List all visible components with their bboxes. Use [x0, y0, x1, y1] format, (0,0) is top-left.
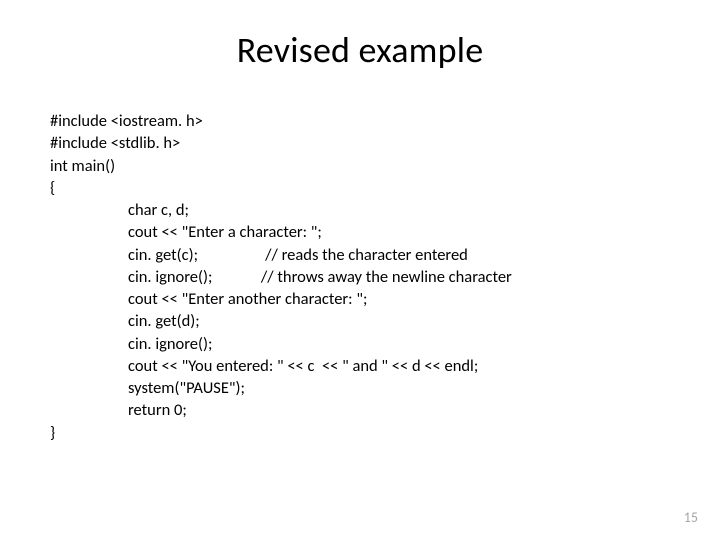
code-line: cout << "You entered: " << c << " and " … — [50, 355, 670, 377]
code-line: } — [50, 422, 670, 444]
page-number: 15 — [684, 509, 698, 526]
code-line: cin. get(c); // reads the character ente… — [50, 244, 670, 266]
code-line: cout << "Enter a character: "; — [50, 221, 670, 243]
code-line: #include <iostream. h> — [50, 110, 670, 132]
code-line: { — [50, 177, 670, 199]
code-line: return 0; — [50, 399, 670, 421]
code-line: cin. get(d); — [50, 310, 670, 332]
slide: Revised example #include <iostream. h> #… — [0, 0, 720, 540]
code-line: #include <stdlib. h> — [50, 132, 670, 154]
code-line: char c, d; — [50, 199, 670, 221]
code-block: #include <iostream. h> #include <stdlib.… — [50, 110, 670, 444]
code-line: cin. ignore(); // throws away the newlin… — [50, 266, 670, 288]
code-line: int main() — [50, 155, 670, 177]
code-line: system("PAUSE"); — [50, 377, 670, 399]
code-line: cin. ignore(); — [50, 333, 670, 355]
code-line: cout << "Enter another character: "; — [50, 288, 670, 310]
slide-title: Revised example — [50, 28, 670, 72]
